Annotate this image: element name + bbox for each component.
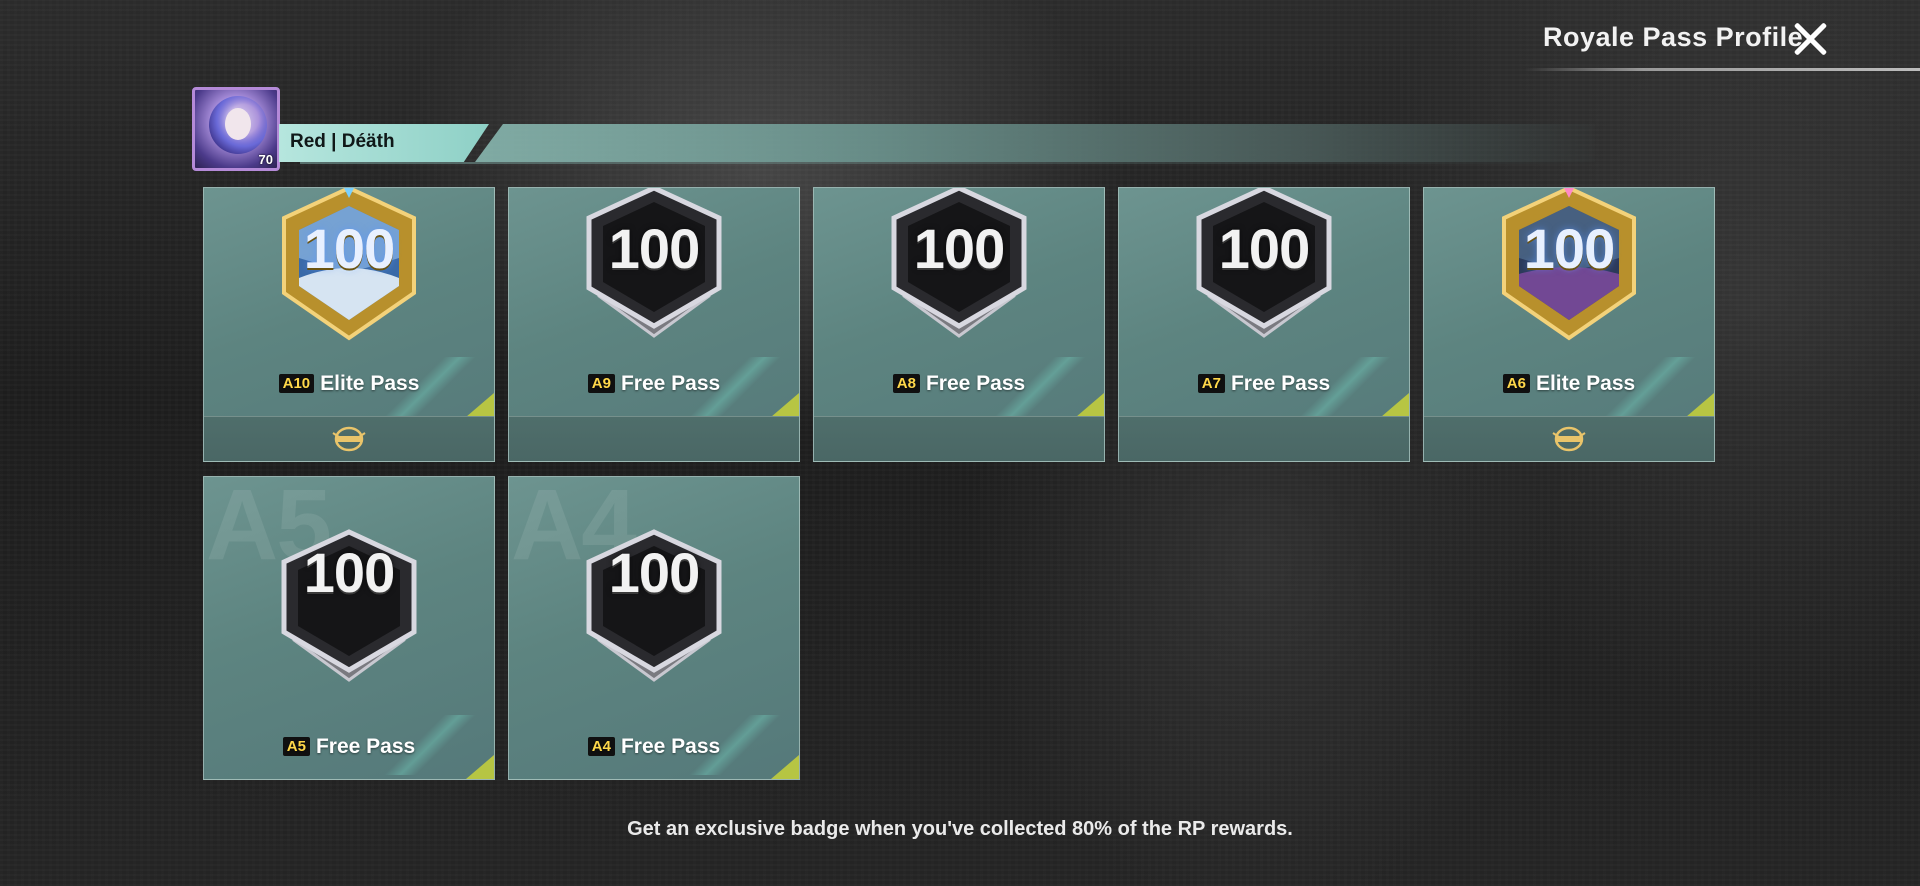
- player-name: Red | Déäth: [290, 131, 395, 152]
- badge-card-a6[interactable]: 100 A6 Elite Pass: [1423, 187, 1715, 462]
- corner-accent: [1686, 393, 1714, 417]
- season-tag: A7: [1197, 374, 1225, 393]
- avatar[interactable]: 70: [192, 87, 280, 171]
- corner-accent: [1076, 393, 1104, 417]
- pass-label: A7 Free Pass: [1119, 372, 1409, 396]
- pass-name: Elite Pass: [1535, 372, 1636, 395]
- badge-value: 100: [913, 217, 1005, 280]
- pass-name: Free Pass: [315, 735, 416, 758]
- pass-label: A10 Elite Pass: [204, 372, 494, 396]
- pass-name: Elite Pass: [320, 372, 420, 395]
- badge-card-a5[interactable]: A5 100 A5 Free Pass: [203, 476, 495, 780]
- corner-accent: [466, 393, 494, 417]
- badge-card-a4[interactable]: A4 100 A4 Free Pass: [508, 476, 800, 780]
- avatar-face: [225, 108, 251, 140]
- close-icon[interactable]: [1788, 16, 1834, 62]
- badge-card-a8[interactable]: 100 A8 Free Pass: [813, 187, 1105, 462]
- pass-label: A8 Free Pass: [814, 372, 1104, 396]
- badge-value: 100: [608, 541, 700, 604]
- badge-card-a10[interactable]: 100 A10 Elite Pass: [203, 187, 495, 462]
- badge-value: 100: [303, 217, 395, 280]
- card-footer: [509, 416, 799, 461]
- card-footer: [1119, 416, 1409, 461]
- pass-label: A6 Elite Pass: [1424, 372, 1714, 396]
- card-footer: [204, 416, 494, 461]
- player-banner-bar: [475, 124, 1595, 162]
- banner-divider: [300, 162, 1590, 164]
- elite-pass-icon: [332, 426, 366, 452]
- card-footer: [814, 416, 1104, 461]
- badge-value: 100: [1218, 217, 1310, 280]
- pass-label: A9 Free Pass: [509, 372, 799, 396]
- season-tag: A6: [1502, 374, 1530, 393]
- card-footer: [1424, 416, 1714, 461]
- badge-card-a9[interactable]: 100 A9 Free Pass: [508, 187, 800, 462]
- corner-accent: [1381, 393, 1409, 417]
- season-tag: A8: [892, 374, 920, 393]
- elite-pass-icon: [1552, 426, 1586, 452]
- page-title: Royale Pass Profile: [1543, 22, 1804, 52]
- season-tag: A5: [282, 737, 310, 756]
- season-tag: A9: [587, 374, 615, 393]
- pass-label: A5 Free Pass: [204, 735, 494, 759]
- corner-accent: [771, 393, 799, 417]
- badge-value: 100: [303, 541, 395, 604]
- season-tag: A4: [587, 737, 615, 756]
- badge-value: 100: [1523, 217, 1615, 280]
- badge-value: 100: [608, 217, 700, 280]
- pass-name: Free Pass: [925, 372, 1026, 395]
- header-divider: [1525, 68, 1920, 71]
- badge-card-a7[interactable]: 100 A7 Free Pass: [1118, 187, 1410, 462]
- season-tag: A10: [278, 374, 315, 393]
- pass-name: Free Pass: [1230, 372, 1331, 395]
- collection-hint: Get an exclusive badge when you've colle…: [627, 818, 1293, 840]
- pass-name: Free Pass: [620, 372, 721, 395]
- pass-label: A4 Free Pass: [509, 735, 799, 759]
- avatar-level: 70: [258, 152, 273, 167]
- pass-name: Free Pass: [620, 735, 721, 758]
